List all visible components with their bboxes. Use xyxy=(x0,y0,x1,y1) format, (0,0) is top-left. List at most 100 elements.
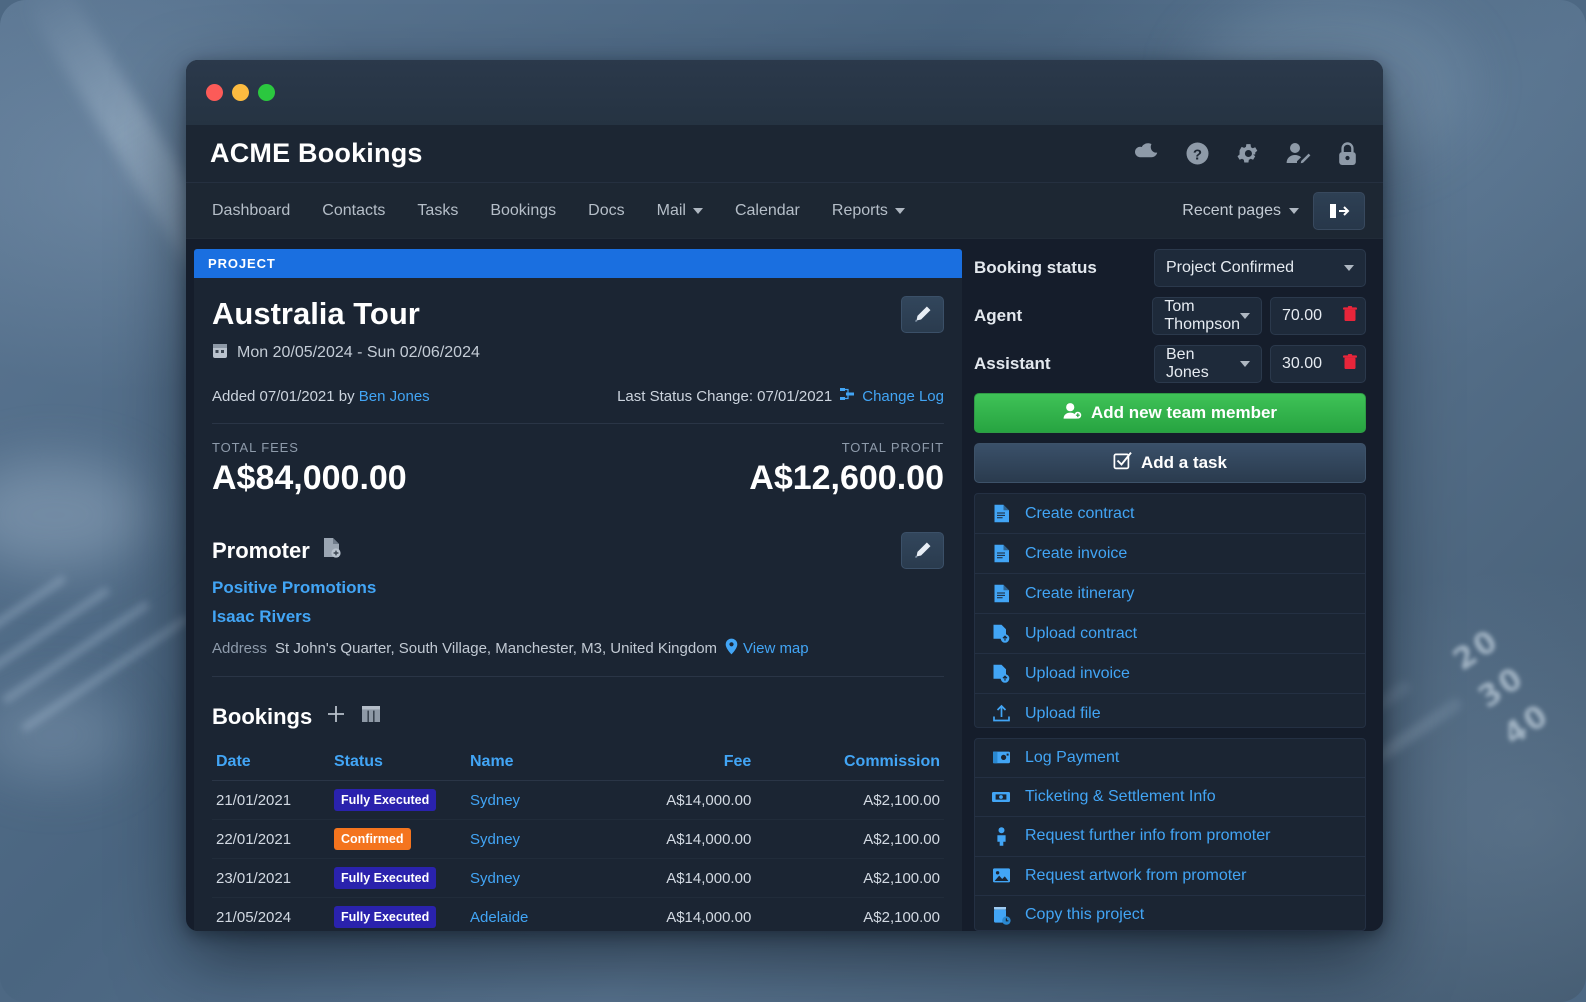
agent-percentage-input[interactable]: 70.00 xyxy=(1270,297,1366,335)
request-artwork-link[interactable]: Request artwork from promoter xyxy=(975,857,1365,896)
nav-item-reports[interactable]: Reports xyxy=(816,194,921,228)
assistant-select[interactable]: Ben Jones xyxy=(1154,345,1262,383)
change-log-group: Last Status Change: 07/01/2021 Change Lo… xyxy=(617,386,944,406)
total-profit-label: TOTAL PROFIT xyxy=(841,440,944,455)
promoter-heading-group: Promoter xyxy=(212,537,341,564)
project-date-range: Mon 20/05/2024 - Sun 02/06/2024 xyxy=(212,342,480,364)
view-map-label: View map xyxy=(743,640,809,657)
nav-label: Tasks xyxy=(417,201,459,219)
column-header-fee[interactable]: Fee xyxy=(586,744,756,781)
upload-invoice-link[interactable]: Upload invoice xyxy=(975,654,1365,695)
agent-select[interactable]: Tom Thompson xyxy=(1152,297,1262,335)
ticketing-settlement-link[interactable]: Ticketing & Settlement Info xyxy=(975,778,1365,817)
map-pin-icon xyxy=(725,638,738,659)
cell-commission: A$2,100.00 xyxy=(863,908,940,926)
added-by-link[interactable]: Ben Jones xyxy=(359,388,430,405)
cell-name[interactable]: Adelaide xyxy=(466,898,586,932)
change-log-link[interactable]: Change Log xyxy=(862,388,944,405)
cell-name[interactable]: Sydney xyxy=(466,820,586,859)
column-header-name[interactable]: Name xyxy=(466,744,587,781)
table-row[interactable]: 21/05/2024 Fully Executed Adelaide A$14,… xyxy=(212,898,944,932)
column-header-commission[interactable]: Commission xyxy=(755,744,944,781)
status-badge: Fully Executed xyxy=(334,867,437,889)
view-map-link[interactable]: View map xyxy=(725,638,809,659)
table-row[interactable]: 22/01/2021 Confirmed Sydney A$14,000.00 … xyxy=(212,820,944,859)
nav-item-dashboard[interactable]: Dashboard xyxy=(196,194,306,228)
divider xyxy=(212,676,944,677)
ticket-icon xyxy=(991,790,1011,804)
agent-label: Agent xyxy=(974,306,1023,325)
copy-project-link[interactable]: Copy this project xyxy=(975,896,1365,930)
nav-item-calendar[interactable]: Calendar xyxy=(719,194,816,228)
add-new-team-member-button[interactable]: Add new team member xyxy=(974,393,1366,434)
cell-name[interactable]: Sydney xyxy=(466,781,586,820)
create-itinerary-link[interactable]: Create itinerary xyxy=(975,574,1365,615)
page-title: Australia Tour xyxy=(212,296,420,331)
create-invoice-label: Create invoice xyxy=(1025,544,1128,562)
nav-item-docs[interactable]: Docs xyxy=(572,194,640,228)
ticketing-settlement-label: Ticketing & Settlement Info xyxy=(1025,787,1216,805)
nav-item-bookings[interactable]: Bookings xyxy=(474,194,572,228)
nav-item-contacts[interactable]: Contacts xyxy=(306,194,401,228)
log-payment-link[interactable]: Log Payment xyxy=(975,739,1365,778)
upload-file-label: Upload file xyxy=(1025,704,1101,722)
add-task-button[interactable]: Add a task xyxy=(974,443,1366,484)
edit-project-button[interactable] xyxy=(901,296,944,333)
assistant-label: Assistant xyxy=(974,354,1051,373)
change-log-icon xyxy=(839,386,855,406)
cell-commission: A$2,100.00 xyxy=(863,869,940,887)
header-icon-group: ? xyxy=(1133,141,1358,167)
table-columns-icon[interactable] xyxy=(360,703,382,730)
cell-status: Fully Executed xyxy=(330,781,466,820)
lock-icon[interactable] xyxy=(1337,141,1358,167)
total-fees-value: A$84,000.00 xyxy=(212,459,407,497)
upload-contract-link[interactable]: Upload contract xyxy=(975,614,1365,655)
nav-label: Docs xyxy=(588,201,625,219)
main-navigation-bar: Dashboard Contacts Tasks Bookings Docs M… xyxy=(186,183,1383,239)
recent-pages-dropdown[interactable]: Recent pages xyxy=(1182,202,1299,220)
promoter-heading: Promoter xyxy=(212,537,310,563)
cell-commission: A$2,100.00 xyxy=(863,791,940,809)
night-mode-icon[interactable] xyxy=(1133,142,1160,165)
create-contract-link[interactable]: Create contract xyxy=(975,494,1365,535)
table-row[interactable]: 23/01/2021 Fully Executed Sydney A$14,00… xyxy=(212,859,944,898)
promoter-contact-link[interactable]: Isaac Rivers xyxy=(212,607,944,627)
document-icon xyxy=(991,504,1011,523)
recent-pages-label: Recent pages xyxy=(1182,201,1281,219)
delete-assistant-icon[interactable] xyxy=(1343,353,1357,375)
edit-promoter-button[interactable] xyxy=(901,532,944,569)
chevron-down-icon xyxy=(1344,265,1354,271)
delete-agent-icon[interactable] xyxy=(1343,305,1357,327)
table-row[interactable]: 21/01/2021 Fully Executed Sydney A$14,00… xyxy=(212,781,944,820)
window-close-button[interactable] xyxy=(206,84,223,101)
add-booking-icon[interactable] xyxy=(325,703,347,730)
image-icon xyxy=(991,867,1011,884)
add-task-label: Add a task xyxy=(1141,453,1227,473)
total-profit-value: A$12,600.00 xyxy=(749,459,944,497)
booking-status-field: Booking status Project Confirmed xyxy=(974,249,1366,287)
cell-date: 21/05/2024 xyxy=(216,908,292,926)
nav-item-tasks[interactable]: Tasks xyxy=(401,194,474,228)
request-artwork-label: Request artwork from promoter xyxy=(1025,866,1247,884)
project-meta-row: Added 07/01/2021 by Ben Jones Last Statu… xyxy=(212,386,944,406)
window-minimize-button[interactable] xyxy=(232,84,249,101)
cell-name[interactable]: Sydney xyxy=(466,859,586,898)
nav-item-mail[interactable]: Mail xyxy=(641,194,719,228)
settings-gear-icon[interactable] xyxy=(1235,141,1260,166)
add-document-icon[interactable] xyxy=(322,537,341,564)
assistant-percentage-input[interactable]: 30.00 xyxy=(1270,345,1366,383)
booking-status-label: Booking status xyxy=(974,258,1097,277)
upload-file-link[interactable]: Upload file xyxy=(975,694,1365,727)
copy-icon xyxy=(991,906,1011,925)
edit-user-icon[interactable] xyxy=(1285,141,1312,166)
window-maximize-button[interactable] xyxy=(258,84,275,101)
request-info-link[interactable]: Request further info from promoter xyxy=(975,817,1365,857)
column-header-date[interactable]: Date xyxy=(212,744,330,781)
column-header-status[interactable]: Status xyxy=(330,744,466,781)
help-icon[interactable]: ? xyxy=(1185,141,1210,166)
booking-status-select[interactable]: Project Confirmed xyxy=(1154,249,1366,287)
logout-button[interactable] xyxy=(1313,191,1365,230)
promoter-company-link[interactable]: Positive Promotions xyxy=(212,578,944,598)
cell-fee: A$14,000.00 xyxy=(666,869,752,887)
create-invoice-link[interactable]: Create invoice xyxy=(975,534,1365,575)
